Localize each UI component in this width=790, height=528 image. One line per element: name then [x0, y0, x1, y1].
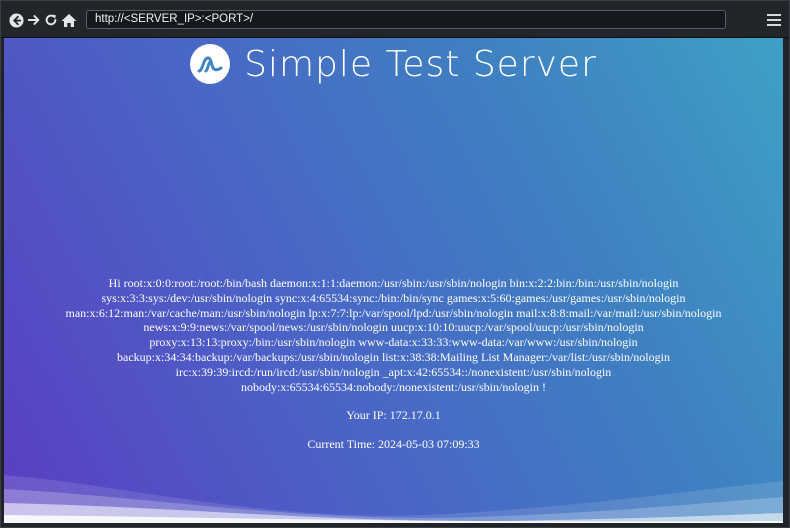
- decorative-waves: [4, 475, 783, 523]
- hamburger-menu-icon[interactable]: [767, 14, 781, 26]
- site-header: Simple Test Server: [4, 41, 783, 87]
- address-bar[interactable]: http://<SERVER_IP>:<PORT>/: [86, 10, 726, 29]
- browser-window: http://<SERVER_IP>:<PORT>/ Simple Test S…: [0, 0, 790, 528]
- current-time-line: Current Time: 2024-05-03 07:09:33: [307, 437, 480, 452]
- response-body: Hi root:x:0:0:root:/root:/bin/bash daemo…: [4, 276, 783, 452]
- page-content: Simple Test Server Hi root:x:0:0:root:/r…: [4, 38, 783, 523]
- greeting-passwd-text: Hi root:x:0:0:root:/root:/bin/bash daemo…: [65, 276, 722, 394]
- ip-address-line: Your IP: 172.17.0.1: [346, 408, 441, 423]
- browser-toolbar: http://<SERVER_IP>:<PORT>/: [1, 1, 789, 38]
- home-icon[interactable]: [60, 11, 78, 29]
- forward-arrow-icon[interactable]: [25, 11, 43, 29]
- wave-logo-icon: [190, 44, 231, 84]
- back-arrow-icon[interactable]: [7, 11, 25, 29]
- reload-icon[interactable]: [42, 11, 60, 29]
- site-title: Simple Test Server: [244, 43, 597, 85]
